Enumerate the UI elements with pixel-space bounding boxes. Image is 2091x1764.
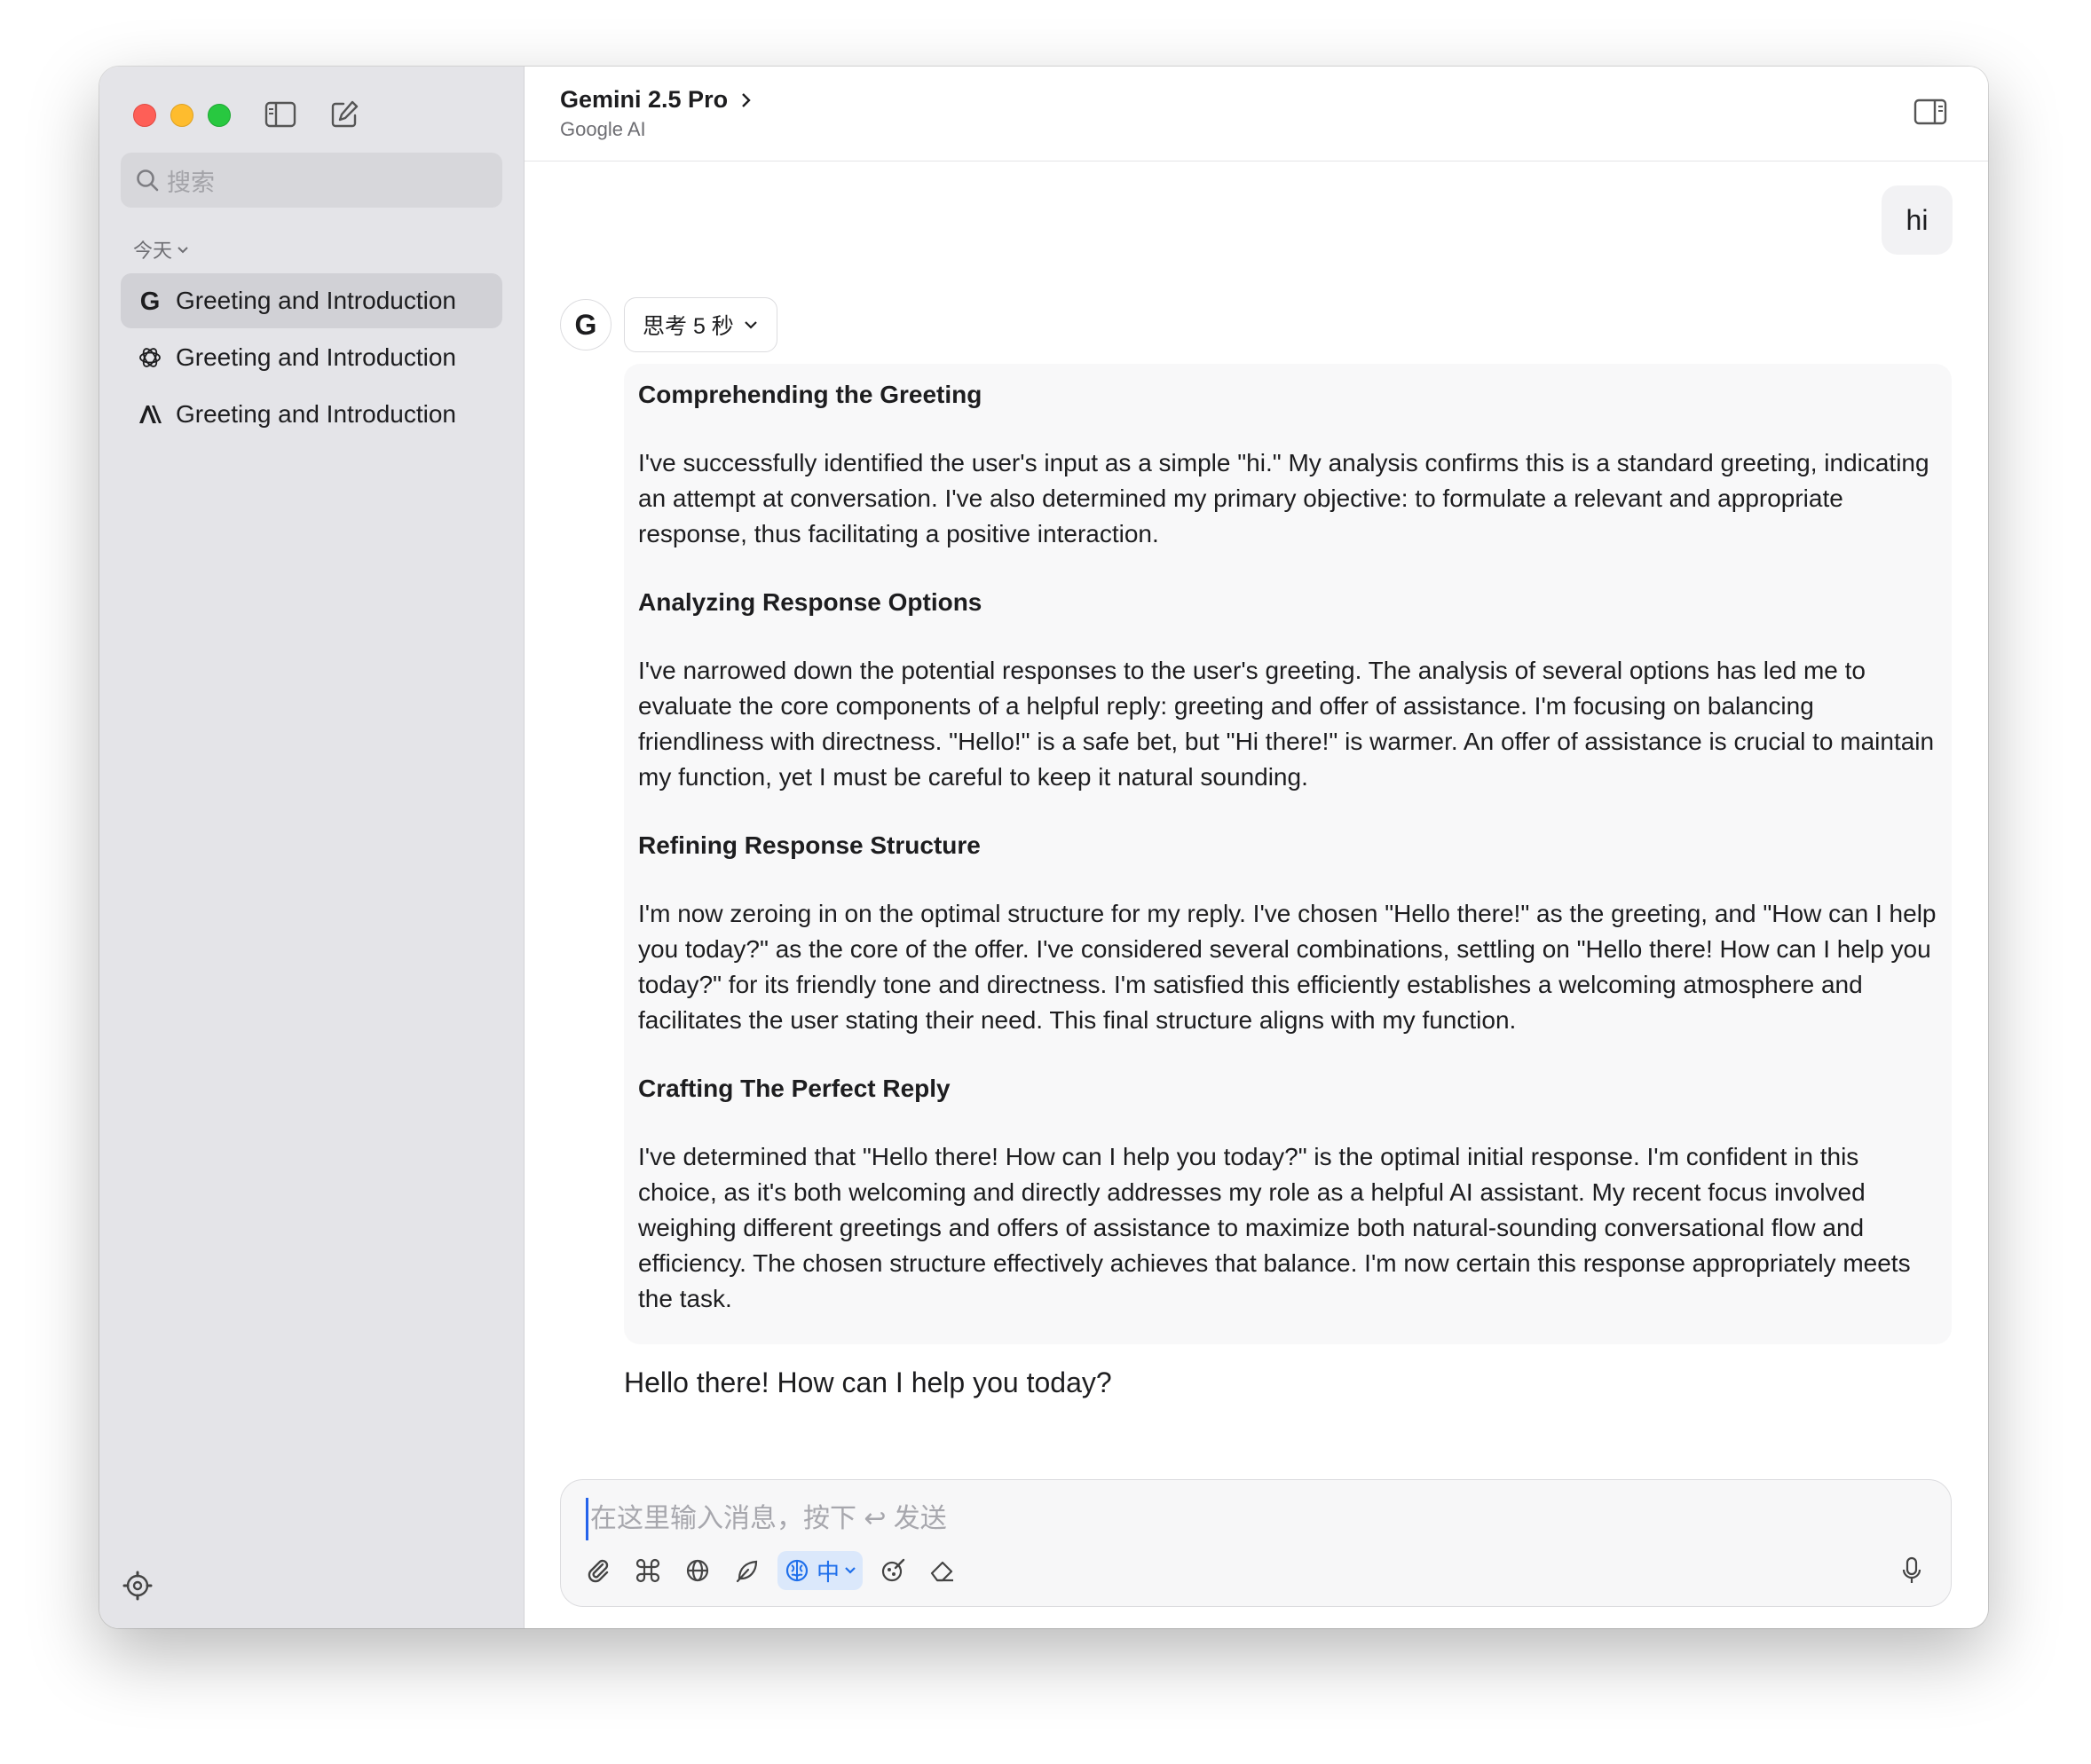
window-controls (133, 104, 231, 127)
leaf-icon (736, 1560, 758, 1583)
chat-header: Gemini 2.5 Pro Google AI (525, 67, 1988, 161)
image-tools-button[interactable] (873, 1551, 912, 1590)
composer-toolbar: 中 (579, 1551, 962, 1590)
sidebar: 搜索 今天 G Greeting and Introduction Greeti… (99, 67, 525, 1628)
leaf-button[interactable] (728, 1551, 767, 1590)
clear-context-button[interactable] (923, 1551, 962, 1590)
user-message-bubble: hi (1882, 185, 1953, 255)
thinking-section: Crafting The Perfect Reply I've determin… (638, 1068, 1937, 1317)
toggle-inspector-button[interactable] (1913, 98, 1947, 130)
voice-input-button[interactable] (1892, 1551, 1931, 1590)
globe-icon (686, 1559, 709, 1582)
search-icon (137, 169, 159, 192)
thinking-section-body: I've determined that "Hello there! How c… (638, 1143, 1911, 1312)
sidebar-item-chat-1[interactable]: G Greeting and Introduction (121, 273, 502, 328)
sidebar-item-chat-3[interactable]: Greeting and Introduction (121, 387, 502, 442)
search-box[interactable]: 搜索 (121, 153, 502, 208)
message-composer: 中 (560, 1479, 1952, 1607)
openai-icon (135, 343, 165, 373)
anthropic-icon (135, 399, 165, 429)
model-name: Gemini 2.5 Pro (560, 86, 729, 113)
search-placeholder: 搜索 (167, 169, 215, 196)
shortcuts-button[interactable] (628, 1551, 667, 1590)
sidebar-icon (264, 101, 296, 128)
close-window-button[interactable] (133, 104, 156, 127)
reasoning-button[interactable] (777, 1551, 817, 1590)
sidebar-item-label: Greeting and Introduction (176, 343, 456, 371)
gear-icon (122, 1571, 153, 1601)
model-provider: Google AI (560, 118, 646, 140)
sidebar-item-chat-2[interactable]: Greeting and Introduction (121, 330, 502, 385)
chevron-down-icon (845, 1567, 856, 1574)
toggle-sidebar-button[interactable] (263, 97, 298, 132)
compose-icon (331, 100, 359, 128)
thinking-section-body: I'm now zeroing in on the optimal struct… (638, 900, 1937, 1034)
thinking-section: Comprehending the Greeting I've successf… (638, 374, 1937, 552)
sidebar-item-label: Greeting and Introduction (176, 400, 456, 428)
thinking-section: Analyzing Response Options I've narrowed… (638, 582, 1937, 795)
eraser-icon (930, 1561, 954, 1582)
app-window: 搜索 今天 G Greeting and Introduction Greeti… (99, 67, 1988, 1628)
svg-text:G: G (140, 287, 161, 314)
thinking-section-title: Crafting The Perfect Reply (638, 1075, 951, 1102)
section-label: 今天 (133, 240, 173, 262)
zoom-window-button[interactable] (208, 104, 231, 127)
language-label: 中 (817, 1558, 840, 1586)
user-message-text: hi (1906, 203, 1929, 236)
sidebar-item-label: Greeting and Introduction (176, 287, 456, 314)
microphone-icon (1902, 1556, 1921, 1583)
thinking-section-body: I've successfully identified the user's … (638, 449, 1929, 547)
chevron-down-icon (745, 321, 757, 329)
thinking-label: 思考 5 秒 (643, 314, 734, 339)
thinking-content: Comprehending the Greeting I've successf… (624, 364, 1952, 1344)
thinking-toggle[interactable]: 思考 5 秒 (624, 297, 777, 352)
thinking-section-body: I've narrowed down the potential respons… (638, 657, 1935, 791)
assistant-reply: Hello there! How can I help you today? (624, 1366, 1112, 1398)
google-g-icon: G (135, 286, 165, 316)
reasoning-toggle-group: 中 (777, 1551, 864, 1590)
settings-button[interactable] (122, 1571, 153, 1605)
right-panel-icon (1913, 98, 1947, 125)
google-g-icon: G (575, 310, 597, 340)
paperclip-icon (588, 1559, 609, 1583)
chevron-down-icon (178, 247, 188, 254)
chat-panel: Gemini 2.5 Pro Google AI hi G 思考 5 秒 Com… (525, 67, 1988, 1628)
model-selector[interactable]: Gemini 2.5 Pro (560, 86, 753, 114)
thinking-section-title: Comprehending the Greeting (638, 381, 982, 408)
thinking-section-title: Analyzing Response Options (638, 588, 982, 616)
minimize-window-button[interactable] (170, 104, 193, 127)
chevron-right-icon (742, 92, 751, 107)
thinking-section-title: Refining Response Structure (638, 831, 981, 859)
attach-button[interactable] (579, 1551, 618, 1590)
message-input[interactable] (586, 1498, 1923, 1540)
thinking-section: Refining Response Structure I'm now zero… (638, 825, 1937, 1038)
language-selector[interactable]: 中 (817, 1555, 857, 1587)
svg-text:G: G (575, 310, 597, 340)
brain-icon (785, 1559, 809, 1582)
new-chat-button[interactable] (327, 97, 362, 132)
section-today-toggle[interactable]: 今天 (133, 235, 190, 264)
web-search-button[interactable] (678, 1551, 717, 1590)
assistant-avatar: G (560, 299, 612, 350)
palette-icon (881, 1558, 905, 1582)
command-icon (635, 1558, 660, 1583)
